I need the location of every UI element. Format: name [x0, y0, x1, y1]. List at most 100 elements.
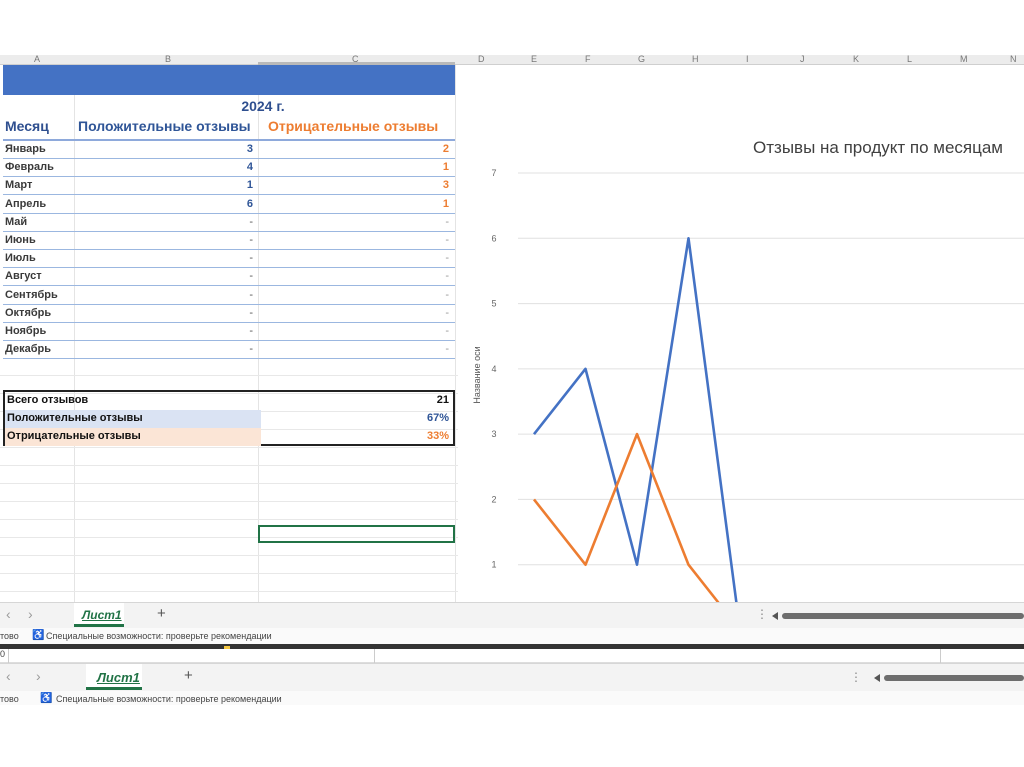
- col-header-h[interactable]: H: [692, 55, 699, 64]
- row-positive: -: [249, 234, 253, 246]
- col-header-f[interactable]: F: [585, 55, 591, 64]
- table-row[interactable]: Сентябрь - -: [3, 287, 455, 305]
- row-month: Январь: [5, 143, 46, 155]
- summary-negative-row[interactable]: Отрицательные отзывы 33%: [5, 428, 453, 446]
- table-row[interactable]: Май - -: [3, 214, 455, 232]
- row-month: Март: [5, 179, 33, 192]
- row-positive: -: [249, 306, 253, 319]
- status-ready: тово: [0, 631, 19, 641]
- header-month[interactable]: Месяц: [5, 118, 49, 140]
- status-bar: тово ♿ Специальные возможности: проверьт…: [0, 628, 1024, 644]
- summary-positive-label: Положительные отзывы: [7, 412, 143, 424]
- grid-row-line: [0, 465, 458, 466]
- row-positive: -: [249, 215, 253, 228]
- accessibility-icon[interactable]: ♿: [40, 693, 52, 704]
- row-month: Ноябрь: [5, 325, 47, 337]
- y-tick-label: 1: [491, 560, 496, 570]
- summary-total-row[interactable]: Всего отзывов 21: [5, 392, 453, 410]
- col-header-m[interactable]: M: [960, 55, 968, 64]
- year-row: 2024 г.: [3, 95, 455, 117]
- summary-total-label: Всего отзывов: [7, 394, 89, 406]
- formula-sep: [374, 649, 375, 663]
- row-negative: -: [445, 306, 449, 319]
- formula-row-value: 0: [0, 649, 6, 659]
- grid-row-line: [0, 501, 458, 502]
- add-sheet-button[interactable]: +: [157, 605, 166, 622]
- row-positive: -: [249, 325, 253, 337]
- col-header-n[interactable]: N: [1010, 55, 1017, 64]
- summary-positive-value: 67%: [426, 412, 449, 424]
- col-header-l[interactable]: L: [907, 55, 912, 64]
- prev-sheet-icon[interactable]: ‹: [6, 606, 11, 622]
- col-header-d[interactable]: D: [478, 55, 485, 64]
- scroll-left-icon[interactable]: [772, 612, 778, 620]
- column-header-row: A B C D E F G H I J K L M N: [0, 55, 1024, 65]
- row-month: Сентябрь: [5, 288, 58, 301]
- next-sheet-icon[interactable]: ›: [28, 606, 33, 622]
- col-header-e[interactable]: E: [531, 55, 537, 64]
- row-month: Июль: [5, 252, 36, 265]
- row-positive: -: [249, 343, 253, 356]
- status-bar-2: тово ♿ Специальные возможности: проверьт…: [0, 691, 1024, 705]
- y-tick-label: 4: [491, 364, 496, 374]
- row-negative: -: [445, 343, 449, 356]
- summary-total-value: 21: [436, 394, 449, 406]
- table-row[interactable]: Октябрь - -: [3, 305, 455, 323]
- year-label[interactable]: 2024 г.: [163, 98, 363, 114]
- horizontal-scrollbar[interactable]: [782, 613, 1024, 619]
- chart-title: Отзывы на продукт по месяцам: [753, 138, 1003, 157]
- more-options-icon[interactable]: ⋮: [850, 670, 862, 684]
- table-header-bar: [3, 65, 455, 95]
- sheet-tab[interactable]: Лист1: [82, 608, 122, 622]
- accessibility-icon[interactable]: ♿: [32, 630, 44, 641]
- grid-row-line: [0, 447, 458, 448]
- more-options-icon[interactable]: ⋮: [756, 607, 768, 621]
- col-header-i[interactable]: I: [746, 55, 749, 64]
- header-negative[interactable]: Отрицательные отзывы: [268, 118, 438, 140]
- table-row[interactable]: Август - -: [3, 268, 455, 287]
- grid-col-line: [455, 65, 456, 657]
- table-row[interactable]: Апрель 6 1: [3, 196, 455, 214]
- sheet-tab-bar: ‹ › Лист1 + ⋮: [0, 602, 1024, 628]
- table-row[interactable]: Декабрь - -: [3, 341, 455, 360]
- col-header-g[interactable]: G: [638, 55, 645, 64]
- table-row[interactable]: Июль - -: [3, 250, 455, 269]
- add-sheet-button-2[interactable]: +: [184, 667, 193, 684]
- col-header-a[interactable]: A: [34, 55, 40, 64]
- sheet-tab-2[interactable]: Лист1: [97, 670, 140, 685]
- spreadsheet-window: A B C D E F G H I J K L M N 2024 г. Меся…: [0, 55, 1024, 705]
- col-header-b[interactable]: B: [165, 55, 171, 64]
- table-row[interactable]: Ноябрь - -: [3, 323, 455, 341]
- selected-cell[interactable]: [258, 525, 455, 543]
- summary-positive-row[interactable]: Положительные отзывы 67%: [5, 410, 453, 428]
- grid-row-line: [0, 519, 458, 520]
- y-tick-label: 3: [491, 429, 496, 439]
- row-negative: 1: [442, 197, 449, 210]
- row-positive: 6: [246, 197, 253, 210]
- row-positive: 4: [246, 161, 253, 174]
- row-negative: 2: [442, 143, 449, 155]
- table-row[interactable]: Февраль 4 1: [3, 159, 455, 178]
- row-negative: -: [445, 215, 449, 228]
- table-row[interactable]: Январь 3 2: [3, 141, 455, 159]
- prev-sheet-icon[interactable]: ‹: [6, 668, 11, 684]
- table-row[interactable]: Март 1 3: [3, 177, 455, 196]
- series-line-1: [532, 432, 1024, 632]
- line-chart[interactable]: -1234567ЯнварьФевральМартАпрельМайИюньИю…: [458, 65, 1024, 657]
- y-tick-label: 7: [491, 168, 496, 178]
- next-sheet-icon[interactable]: ›: [36, 668, 41, 684]
- status-accessibility-2[interactable]: Специальные возможности: проверьте реком…: [56, 694, 282, 704]
- row-month: Июнь: [5, 234, 36, 246]
- table-row[interactable]: Июнь - -: [3, 232, 455, 250]
- scroll-left-icon[interactable]: [874, 674, 880, 682]
- summary-negative-value: 33%: [426, 430, 449, 442]
- row-month: Апрель: [5, 197, 47, 210]
- horizontal-scrollbar-2[interactable]: [884, 675, 1024, 681]
- header-positive[interactable]: Положительные отзывы: [78, 118, 251, 140]
- y-axis-label: Название оси: [472, 346, 482, 403]
- col-header-j[interactable]: J: [800, 55, 805, 64]
- status-accessibility[interactable]: Специальные возможности: проверьте реком…: [46, 631, 272, 641]
- grid-row-line: [0, 591, 458, 592]
- col-header-k[interactable]: K: [853, 55, 859, 64]
- row-negative: -: [445, 252, 449, 265]
